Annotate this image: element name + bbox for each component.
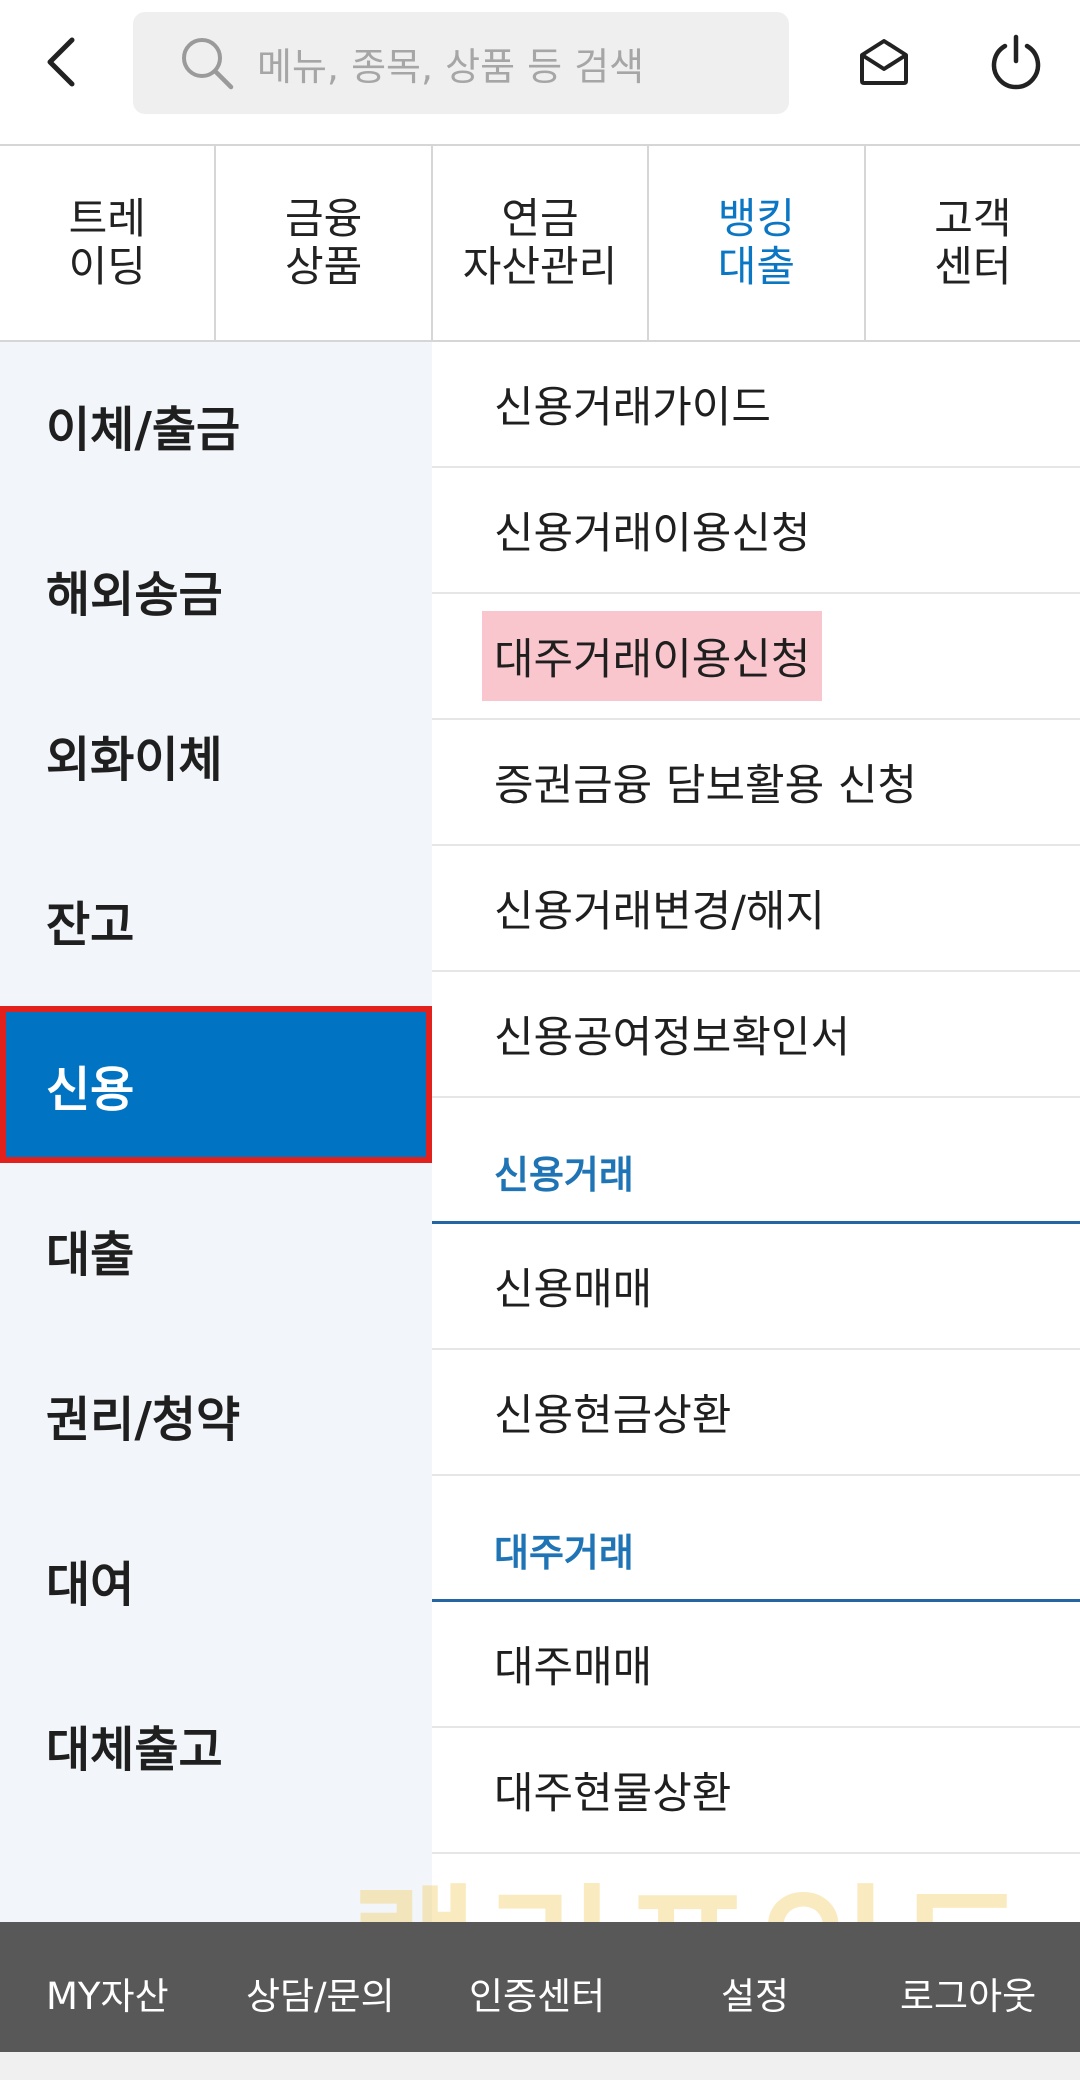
sub-menu-label: 증권금융 담보활용 신청 [494,761,917,811]
sub-menu-label: 대주매매 [494,1643,653,1693]
left-menu-label: 권리/청약 [46,1391,241,1448]
search-icon [182,38,234,90]
tab-banking-loan[interactable]: 뱅킹 대출 [649,146,866,340]
sub-menu-item-short-trading[interactable]: 대주매매 [432,1602,1080,1728]
section-heading-credit: 신용거래 [432,1098,1080,1224]
search-placeholder: 메뉴, 종목, 상품 등 검색 [257,44,645,89]
tab-label-line2: 자산관리 [462,242,618,291]
left-menu-label: 이체/출금 [46,401,241,458]
sub-menu-item-credit-cash-repay[interactable]: 신용현금상환 [432,1350,1080,1476]
sub-menu-label: 신용매매 [494,1265,653,1315]
left-menu-label: 대여 [46,1556,135,1613]
tab-label-line1: 트레 [68,194,146,243]
mail-button[interactable] [852,30,916,94]
bottom-logout[interactable]: 로그아웃 [900,1966,1036,2020]
sub-menu-label: 신용거래변경/해지 [494,887,825,937]
left-menu-item-lending[interactable]: 대여 [0,1497,432,1662]
bottom-settings[interactable]: 설정 [721,1966,789,2020]
sub-menu-label: 신용거래이용신청 [494,509,811,559]
sub-menu-item-credit-change[interactable]: 신용거래변경/해지 [432,846,1080,972]
category-tabs: 트레 이딩 금융 상품 연금 자산관리 뱅킹 대출 고객 센터 [0,146,1080,342]
section-heading-short: 대주거래 [432,1476,1080,1602]
sub-menu-label: 대주현물상환 [494,1769,732,1819]
left-menu-label: 신용 [46,1061,135,1118]
left-menu-item-balance[interactable]: 잔고 [0,837,432,1002]
mail-icon [860,39,908,85]
tab-trading[interactable]: 트레 이딩 [0,146,217,340]
tab-label-line1: 연금 [501,194,579,243]
left-menu: 이체/출금 해외송금 외화이체 잔고 신용 대출 권리/청약 대여 대체출고 [0,342,432,1922]
bottom-my-assets[interactable]: MY자산 [46,1966,169,2020]
left-menu-item-rights-subscription[interactable]: 권리/청약 [0,1332,432,1497]
tab-label-line2: 센터 [934,242,1012,291]
search-input[interactable]: 메뉴, 종목, 상품 등 검색 [133,12,789,114]
left-menu-label: 대출 [46,1226,135,1283]
tab-label-line1: 뱅킹 [717,194,796,243]
sub-menu-item-credit-application[interactable]: 신용거래이용신청 [432,468,1080,594]
tab-pension-asset[interactable]: 연금 자산관리 [433,146,650,340]
left-menu-label: 잔고 [46,896,135,953]
tab-label-line2: 상품 [284,242,363,291]
tab-customer-center[interactable]: 고객 센터 [866,146,1080,340]
bottom-certificate-center[interactable]: 인증센터 [469,1966,605,2020]
sub-menu-item-credit-trading[interactable]: 신용매매 [432,1224,1080,1350]
left-menu-item-fx-transfer[interactable]: 외화이체 [0,672,432,837]
left-menu-label: 대체출고 [46,1721,223,1778]
sub-menu-label: 신용거래가이드 [494,383,771,433]
sub-menu: 신용거래가이드 신용거래이용신청 대주거래이용신청 증권금융 담보활용 신청 신… [432,342,1080,1922]
sub-menu-label: 신용공여정보확인서 [494,1013,851,1063]
left-menu-item-loan[interactable]: 대출 [0,1167,432,1332]
bottom-consult[interactable]: 상담/문의 [246,1966,395,2020]
bottom-bar: MY자산 상담/문의 인증센터 설정 로그아웃 [0,1922,1080,2052]
sub-menu-label: 신용현금상환 [494,1391,732,1441]
power-icon [991,34,1041,90]
chevron-left-icon [47,37,75,87]
tab-label-line1: 금융 [284,194,363,243]
sub-menu-item-credit-info-certificate[interactable]: 신용공여정보확인서 [432,972,1080,1098]
tab-financial-products[interactable]: 금융 상품 [216,146,433,340]
power-button[interactable] [984,30,1048,94]
top-header: 메뉴, 종목, 상품 등 검색 [0,0,1080,146]
sub-menu-item-short-application[interactable]: 대주거래이용신청 [432,594,1080,720]
bottom-strip [0,2052,1080,2080]
tab-label-line2: 이딩 [68,242,146,291]
left-menu-item-transfer[interactable]: 이체/출금 [0,342,432,507]
tab-label-line2: 대출 [717,242,796,291]
left-menu-item-overseas-remittance[interactable]: 해외송금 [0,507,432,672]
sub-menu-label-highlighted: 대주거래이용신청 [482,611,823,701]
sub-menu-item-collateral-application[interactable]: 증권금융 담보활용 신청 [432,720,1080,846]
sub-menu-item-credit-guide[interactable]: 신용거래가이드 [432,342,1080,468]
sub-menu-item-short-physical-repay[interactable]: 대주현물상환 [432,1728,1080,1854]
left-menu-item-credit[interactable]: 신용 [0,1006,432,1163]
left-menu-label: 외화이체 [46,731,223,788]
tab-label-line1: 고객 [934,194,1012,243]
left-menu-item-alternative-withdrawal[interactable]: 대체출고 [0,1662,432,1827]
left-menu-label: 해외송금 [46,566,223,623]
back-button[interactable] [30,22,94,102]
